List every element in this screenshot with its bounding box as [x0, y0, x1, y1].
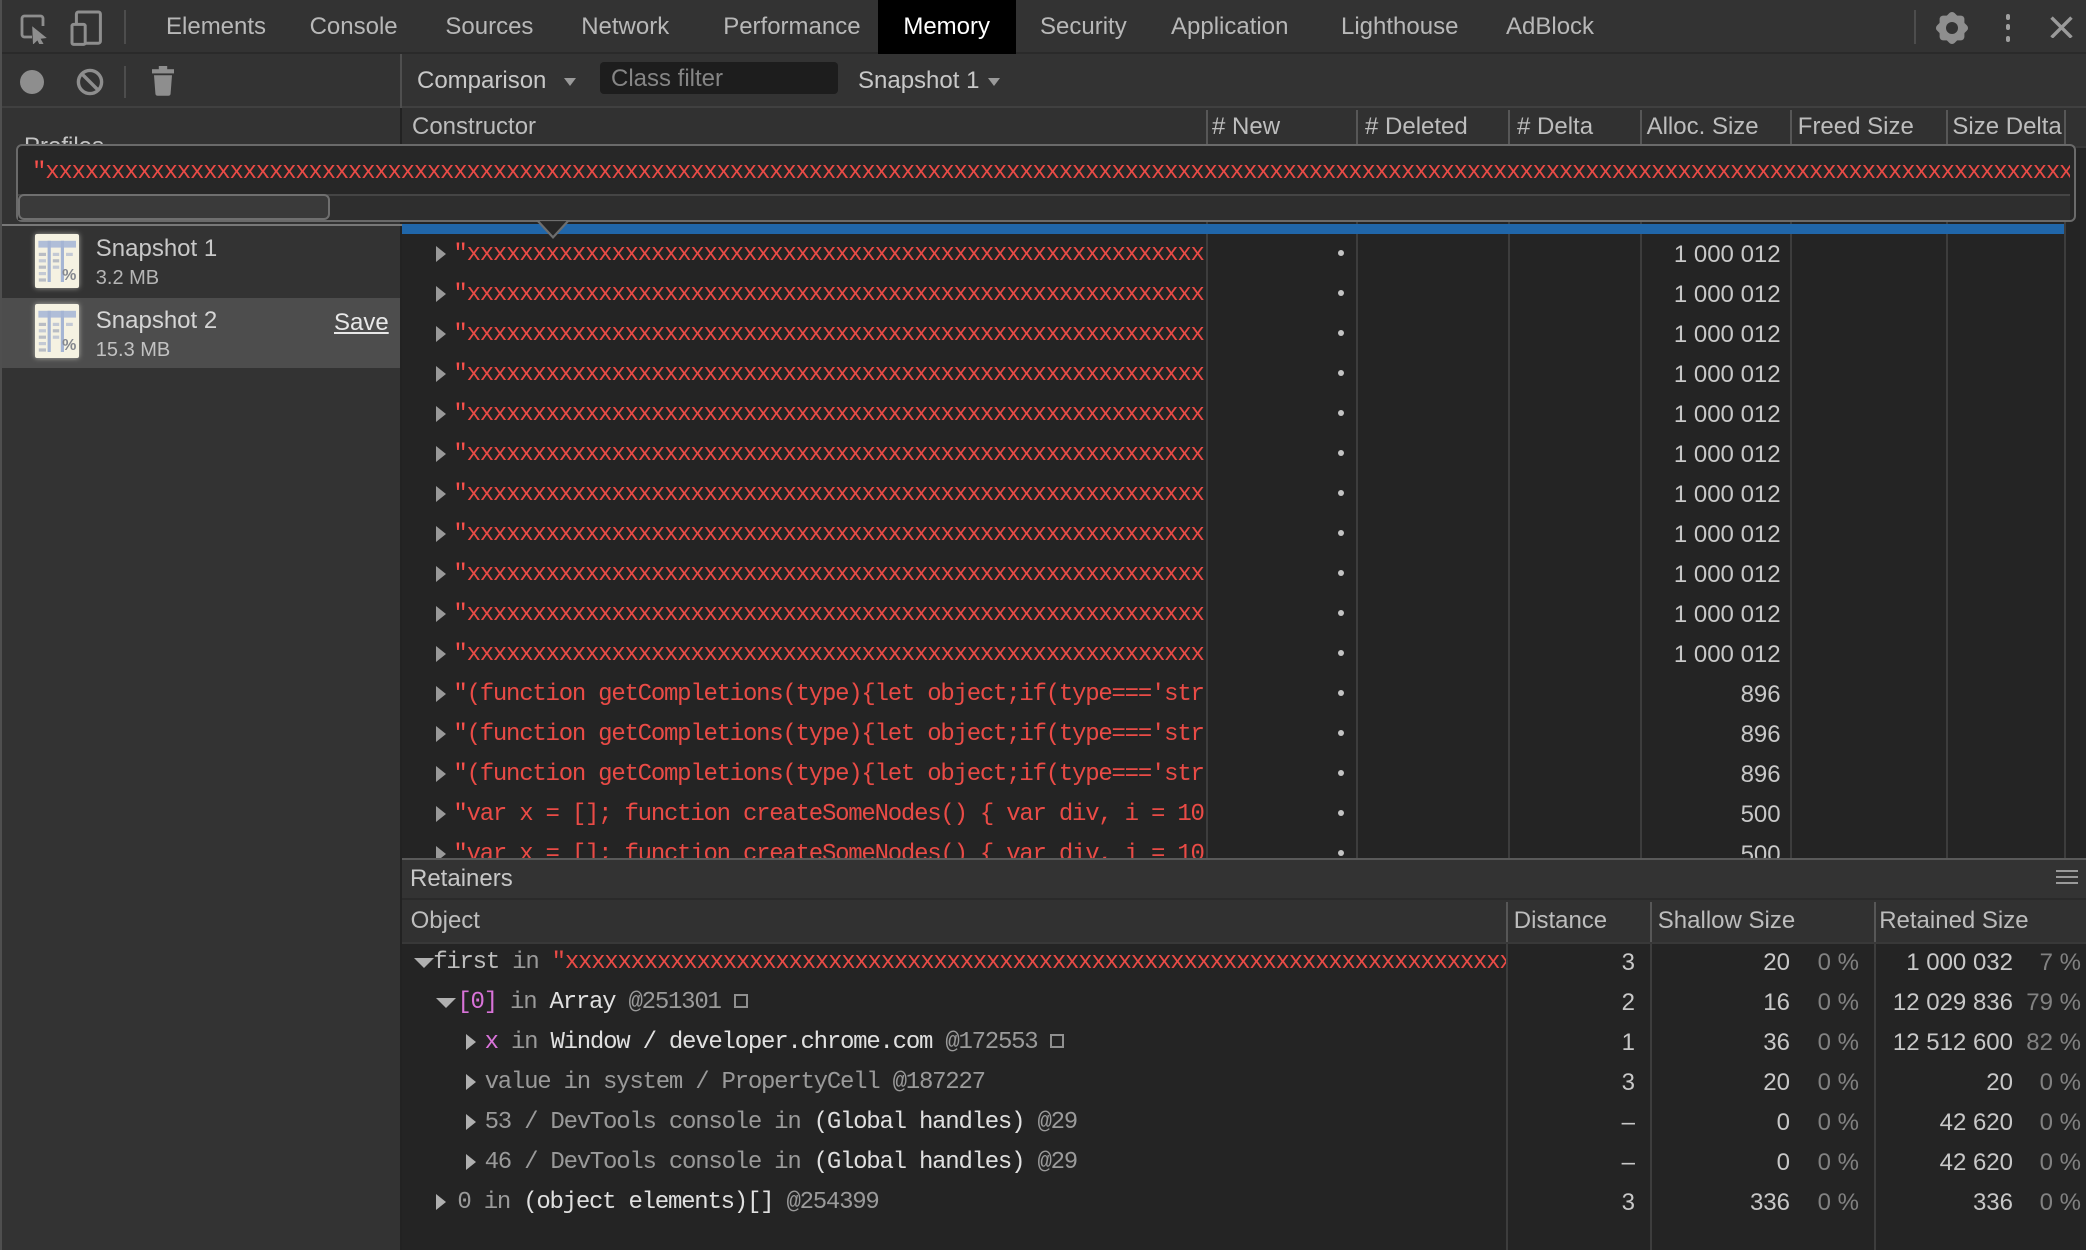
svg-text:%: %	[61, 267, 75, 284]
svg-text:%: %	[61, 338, 75, 355]
